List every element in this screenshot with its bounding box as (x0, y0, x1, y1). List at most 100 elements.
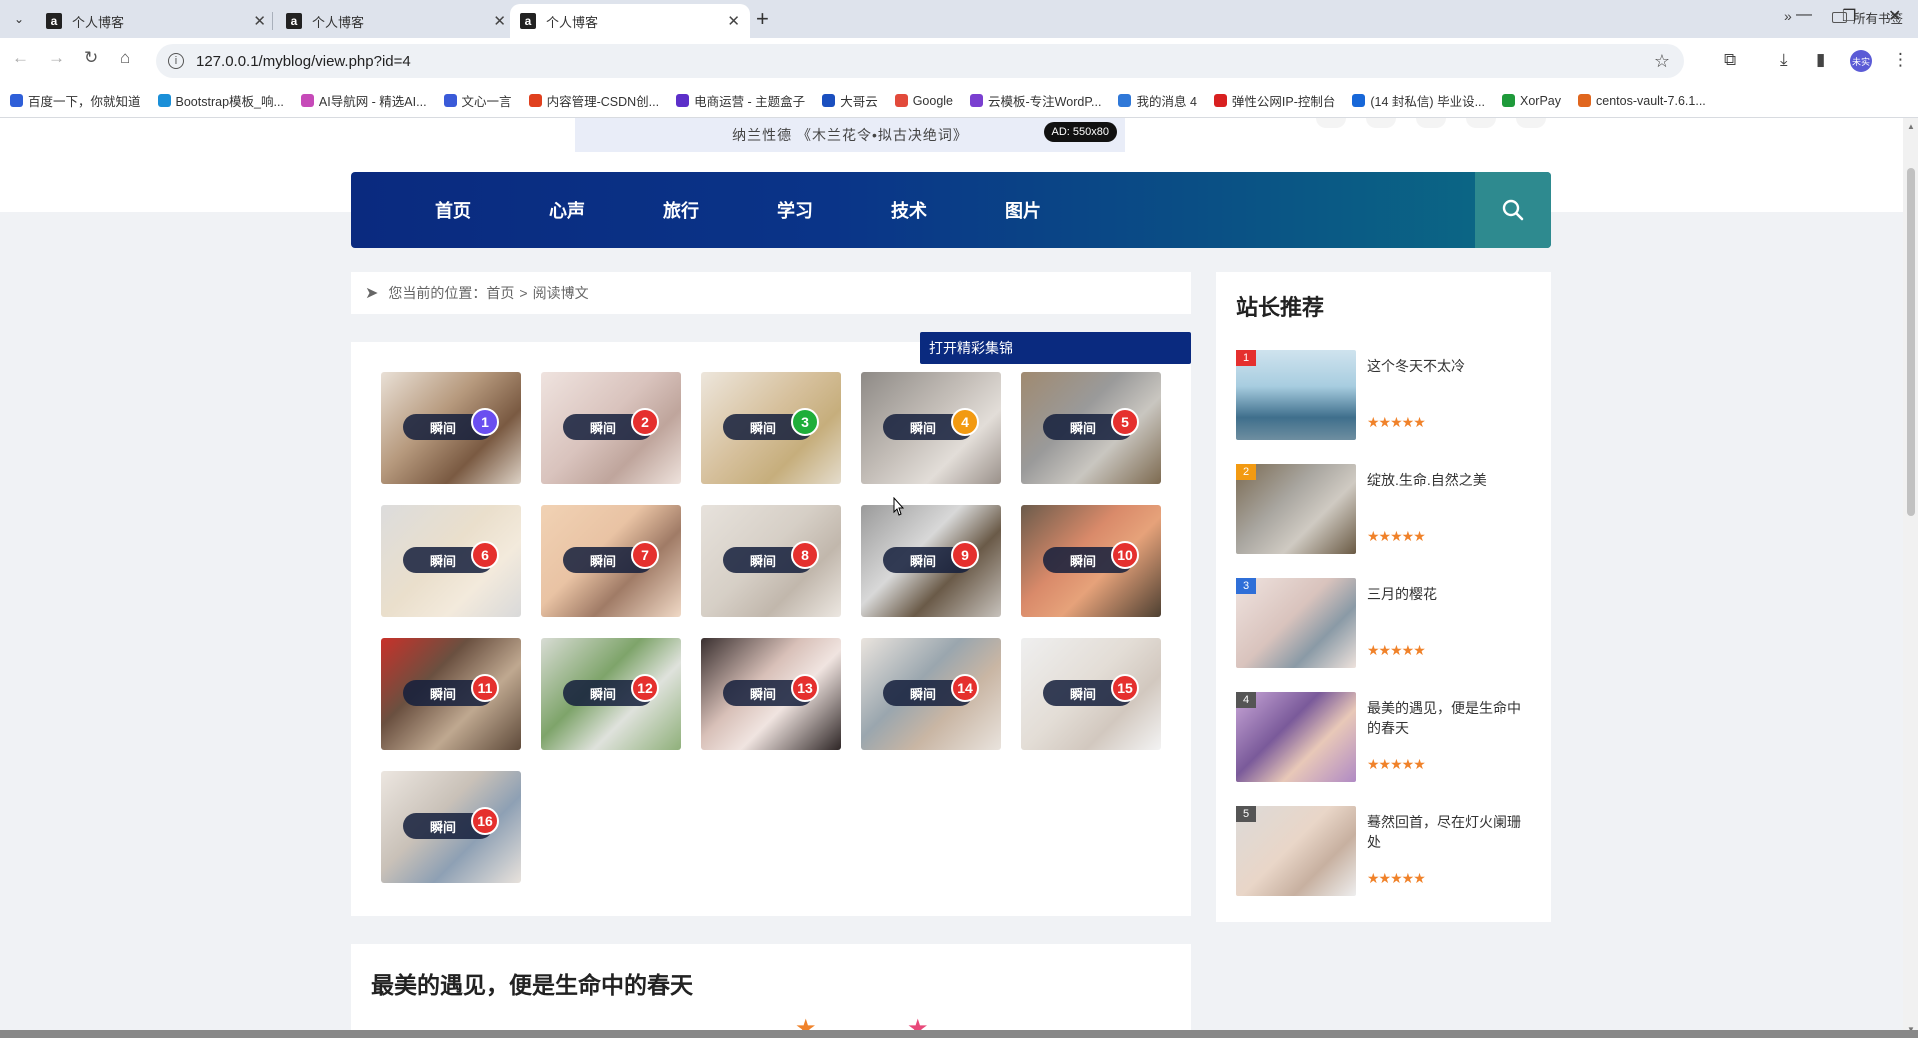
rank-badge: 5 (1236, 806, 1256, 822)
gallery-thumbnail[interactable]: 瞬间 1 (381, 372, 521, 484)
gallery-thumbnail[interactable]: 瞬间 10 (1021, 505, 1161, 617)
bookmark-item[interactable]: 大哥云 (822, 91, 878, 110)
recommend-title[interactable]: 三月的樱花 (1367, 584, 1527, 604)
bookmark-label: XorPay (1520, 93, 1561, 108)
extensions-icon[interactable]: ⧉ (1724, 50, 1736, 70)
recommend-item[interactable]: 4 最美的遇见，便是生命中的春天 ★★★★★ (1236, 692, 1536, 782)
recommend-title[interactable]: 绽放.生命.自然之美 (1367, 470, 1527, 490)
menu-icon[interactable]: ⋮ (1892, 50, 1909, 70)
search-button[interactable] (1475, 172, 1551, 248)
site-info-icon[interactable]: i (168, 53, 184, 69)
rating-stars-icon: ★★★★★ (1367, 414, 1426, 430)
reload-icon[interactable]: ↻ (84, 48, 98, 68)
recommend-title[interactable]: 这个冬天不太冷 (1367, 356, 1527, 376)
nav-item-study[interactable]: 学习 (777, 197, 813, 223)
browser-tab[interactable]: a 个人博客 ✕ (276, 4, 516, 38)
thumbnail-number-badge: 14 (951, 674, 979, 702)
gallery-thumbnail[interactable]: 瞬间 5 (1021, 372, 1161, 484)
recommend-item[interactable]: 3 三月的樱花 ★★★★★ (1236, 578, 1536, 668)
bookmark-item[interactable]: 云模板-专注WordP... (970, 91, 1101, 110)
gallery-thumbnail[interactable]: 瞬间 12 (541, 638, 681, 750)
breadcrumb-current: 阅读博文 (532, 285, 589, 301)
more-bookmarks-icon[interactable]: » (1784, 8, 1792, 24)
gallery-thumbnail[interactable]: 瞬间 3 (701, 372, 841, 484)
gallery-thumbnail[interactable]: 瞬间 8 (701, 505, 841, 617)
gallery-thumbnail[interactable]: 瞬间 6 (381, 505, 521, 617)
bookmark-item[interactable]: (14 封私信) 毕业设... (1352, 91, 1485, 110)
article-card: 最美的遇见，便是生命中的春天 ★ ★ (351, 944, 1191, 1038)
bookmark-star-icon[interactable]: ☆ (1654, 51, 1670, 72)
gallery-thumbnail[interactable]: 瞬间 15 (1021, 638, 1161, 750)
folder-icon (1832, 12, 1847, 23)
close-tab-icon[interactable]: ✕ (727, 12, 740, 30)
bookmark-label: 文心一言 (461, 95, 512, 109)
nav-item-home[interactable]: 首页 (435, 197, 471, 223)
minimize-icon[interactable]: — (1796, 6, 1812, 24)
thumbnail-number-badge: 6 (471, 541, 499, 569)
nav-item-tech[interactable]: 技术 (891, 197, 927, 223)
nav-item-travel[interactable]: 旅行 (663, 197, 699, 223)
bookmark-item[interactable]: 百度一下，你就知道 (10, 91, 141, 110)
close-tab-icon[interactable]: ✕ (493, 12, 506, 30)
breadcrumb-separator: > (519, 285, 528, 301)
social-icon[interactable] (1416, 118, 1446, 128)
recommend-item[interactable]: 1 这个冬天不太冷 ★★★★★ (1236, 350, 1536, 440)
recommend-item[interactable]: 2 绽放.生命.自然之美 ★★★★★ (1236, 464, 1536, 554)
scrollbar-thumb[interactable] (1907, 168, 1915, 516)
tab-title: 个人博客 (312, 14, 365, 30)
social-icon[interactable] (1466, 118, 1496, 128)
recommend-title[interactable]: 最美的遇见，便是生命中的春天 (1367, 698, 1527, 738)
back-icon[interactable]: ← (12, 48, 29, 68)
new-tab-button[interactable]: + (756, 6, 769, 32)
bookmark-label: 弹性公网IP-控制台 (1231, 95, 1336, 109)
breadcrumb-home-link[interactable]: 首页 (486, 283, 514, 303)
bookmark-item[interactable]: XorPay (1502, 94, 1561, 108)
page-scrollbar[interactable]: ▲ ▼ (1903, 118, 1918, 1038)
close-tab-icon[interactable]: ✕ (253, 12, 266, 30)
gallery-thumbnail[interactable]: 瞬间 11 (381, 638, 521, 750)
bookmark-item[interactable]: 电商运营 - 主题盒子 (676, 91, 805, 110)
profile-avatar[interactable]: 未实 (1850, 50, 1872, 72)
bookmark-item[interactable]: centos-vault-7.6.1... (1578, 94, 1706, 108)
bookmark-label: 电商运营 - 主题盒子 (694, 95, 806, 109)
recommend-title[interactable]: 蓦然回首，尽在灯火阑珊处 (1367, 812, 1527, 852)
social-icon[interactable] (1516, 118, 1546, 128)
bookmark-item[interactable]: 文心一言 (443, 91, 512, 110)
open-highlights-button[interactable]: 打开精彩集锦 (920, 332, 1191, 364)
gallery-thumbnail[interactable]: 瞬间 13 (701, 638, 841, 750)
download-icon[interactable]: ⤓ (1780, 50, 1788, 70)
social-icon[interactable] (1316, 118, 1346, 128)
gallery-thumbnail[interactable]: 瞬间 4 (861, 372, 1001, 484)
browser-tab-active[interactable]: a 个人博客 ✕ (510, 4, 750, 38)
nav-item-voice[interactable]: 心声 (549, 197, 585, 223)
tab-search-chevron-icon[interactable]: ⌄ (8, 8, 30, 30)
bookmark-item[interactable]: Bootstrap模板_响... (157, 91, 284, 110)
gallery-thumbnail[interactable]: 瞬间 9 (861, 505, 1001, 617)
forward-icon[interactable]: → (48, 48, 65, 68)
gallery-thumbnail[interactable]: 瞬间 7 (541, 505, 681, 617)
bookmark-label: centos-vault-7.6.1... (1596, 93, 1706, 108)
thumbnail-number-badge: 9 (951, 541, 979, 569)
url-text[interactable]: 127.0.0.1/myblog/view.php?id=4 (196, 53, 411, 70)
nav-item-pictures[interactable]: 图片 (1005, 197, 1041, 223)
all-bookmarks-button[interactable]: 所有书签 (1832, 8, 1903, 27)
social-icon[interactable] (1366, 118, 1396, 128)
gallery-thumbnail[interactable]: 瞬间 16 (381, 771, 521, 883)
bookmark-label: 云模板-专注WordP... (988, 95, 1102, 109)
bookmark-item[interactable]: Google (894, 94, 953, 108)
gallery-thumbnail[interactable]: 瞬间 2 (541, 372, 681, 484)
recommend-item[interactable]: 5 蓦然回首，尽在灯火阑珊处 ★★★★★ (1236, 806, 1536, 896)
browser-tab[interactable]: a 个人博客 ✕ (36, 4, 276, 38)
bookmark-item[interactable]: 我的消息 4 (1118, 91, 1197, 110)
gallery-thumbnail[interactable]: 瞬间 14 (861, 638, 1001, 750)
home-icon[interactable]: ⌂ (120, 48, 130, 68)
bookmark-item[interactable]: AI导航网 - 精选AI... (300, 91, 427, 110)
scroll-up-icon[interactable]: ▲ (1907, 122, 1915, 131)
bookmark-item[interactable]: 弹性公网IP-控制台 (1213, 91, 1336, 110)
address-bar[interactable]: i 127.0.0.1/myblog/view.php?id=4 ☆ (156, 44, 1684, 78)
bookmark-item[interactable]: 内容管理-CSDN创... (528, 91, 659, 110)
ad-banner[interactable]: 纳兰性德 《木兰花令•拟古决绝词》 AD: 550x80 (575, 118, 1125, 152)
thumbnail-number-badge: 16 (471, 807, 499, 835)
bookmark-favicon-icon (1578, 94, 1591, 107)
side-panel-icon[interactable]: ▮ (1816, 50, 1825, 70)
